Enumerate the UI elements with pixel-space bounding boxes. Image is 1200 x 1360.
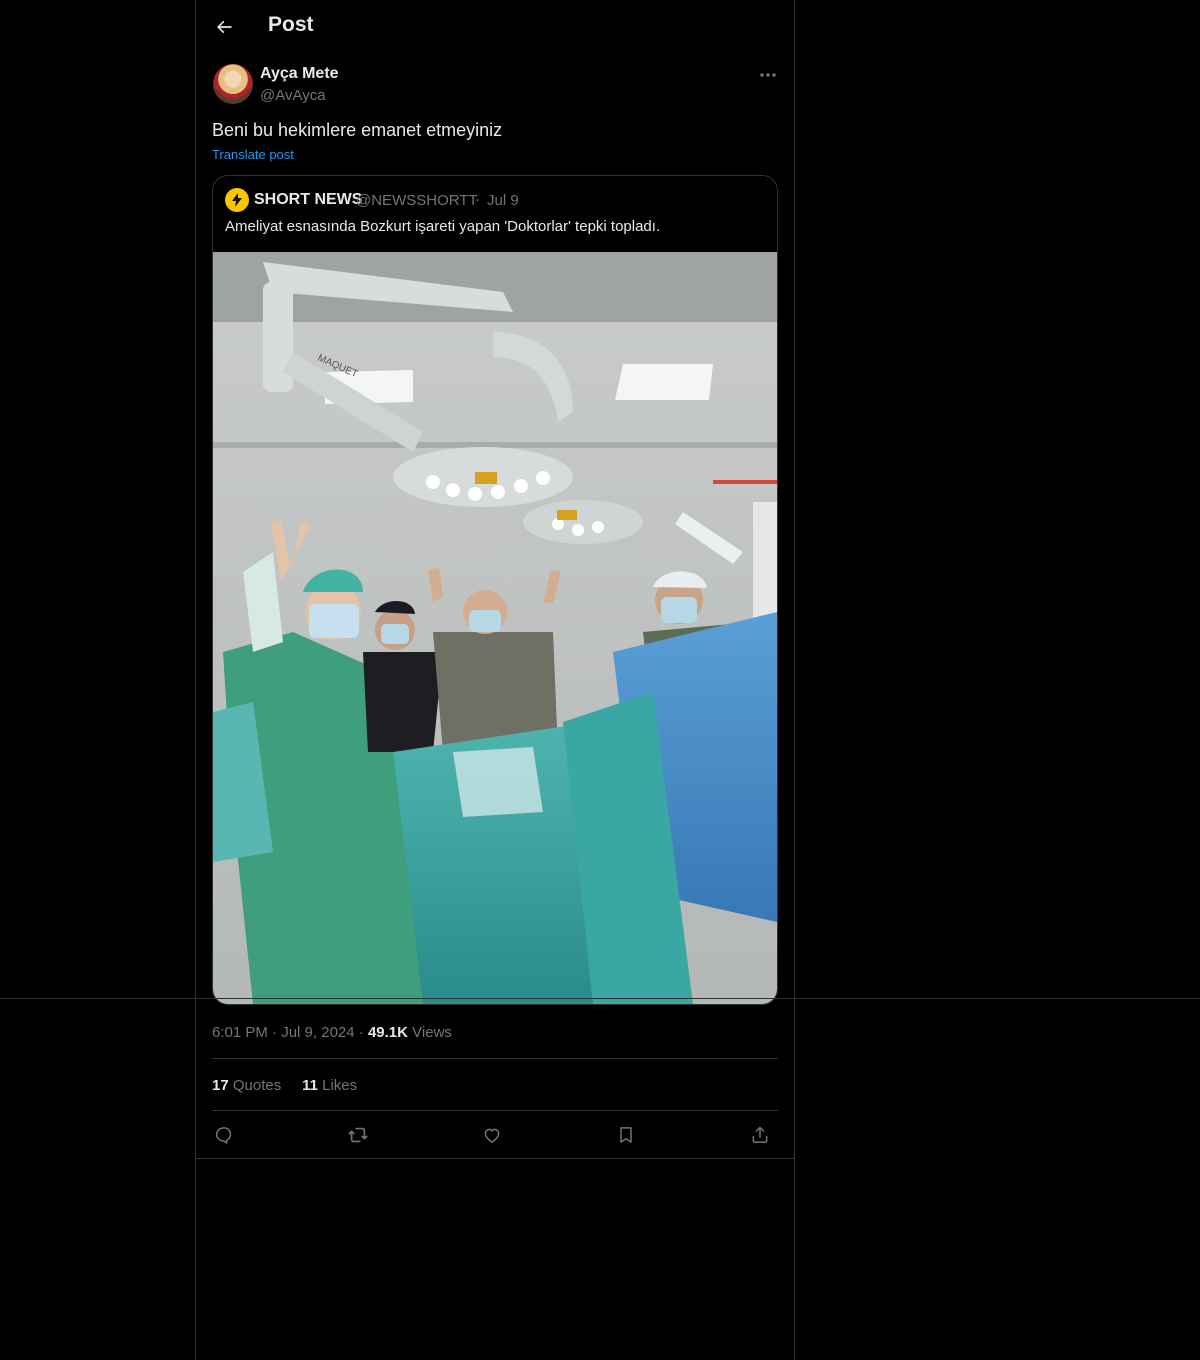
post-stats: 17 Quotes 11 Likes: [212, 1077, 357, 1094]
quoted-author-name: SHORT NEWS: [254, 191, 363, 208]
quotes-label: Quotes: [232, 1077, 282, 1094]
action-bar: [212, 1123, 778, 1147]
horizontal-guide-line: [0, 998, 1200, 999]
quotes-stat[interactable]: 17 Quotes: [212, 1077, 281, 1094]
quoted-author-handle: @NEWSSHORTT: [356, 192, 478, 209]
translate-post-link[interactable]: Translate post: [212, 147, 294, 162]
quoted-post[interactable]: SHORT NEWS @NEWSSHORTT · Jul 9 Ameliyat …: [212, 175, 778, 1005]
post-date[interactable]: Jul 9, 2024: [281, 1024, 354, 1041]
bookmark-icon: [620, 1127, 632, 1143]
avatar[interactable]: [213, 64, 253, 104]
likes-stat[interactable]: 11 Likes: [302, 1077, 357, 1094]
share-icon: [752, 1126, 768, 1143]
separator-dot: ·: [475, 191, 480, 208]
repost-button[interactable]: [346, 1123, 370, 1147]
post-text: Beni bu hekimlere emanet etmeyiniz: [212, 120, 503, 140]
quotes-count: 17: [212, 1077, 229, 1094]
quoted-photo[interactable]: MAQUET: [213, 252, 777, 1004]
lightning-icon: [232, 193, 242, 207]
divider: [212, 1058, 778, 1059]
views-label: Views: [412, 1024, 452, 1041]
reply-button[interactable]: [212, 1123, 236, 1147]
divider: [212, 1110, 778, 1111]
author-name[interactable]: Ayça Mete: [260, 65, 339, 83]
page-title: Post: [268, 13, 314, 36]
likes-label: Likes: [322, 1077, 358, 1094]
repost-icon: [348, 1127, 368, 1143]
quoted-text: Ameliyat esnasında Bozkurt işareti yapan…: [225, 218, 661, 235]
quoted-avatar: [225, 188, 249, 212]
bookmark-button[interactable]: [614, 1123, 638, 1147]
divider: [196, 1158, 794, 1159]
share-button[interactable]: [748, 1123, 772, 1147]
back-arrow-icon: [217, 20, 232, 34]
post-meta: 6:01 PM · Jul 9, 2024 · 49.1K Views: [212, 1024, 452, 1041]
reply-icon: [215, 1127, 232, 1144]
quoted-date: Jul 9: [487, 192, 519, 209]
header: Post: [196, 0, 794, 54]
post-time: 6:01 PM: [212, 1024, 268, 1041]
views-count: 49.1K: [367, 1024, 408, 1041]
post-column: Post Ayça Mete @AvAyca Beni bu hekimlere…: [195, 0, 795, 1360]
like-icon: [484, 1128, 500, 1143]
like-button[interactable]: [480, 1123, 504, 1147]
author-handle[interactable]: @AvAyca: [260, 87, 326, 104]
more-button[interactable]: [754, 64, 782, 86]
more-icon: [760, 73, 776, 77]
likes-count: 11: [302, 1077, 318, 1094]
back-button[interactable]: [208, 11, 240, 43]
